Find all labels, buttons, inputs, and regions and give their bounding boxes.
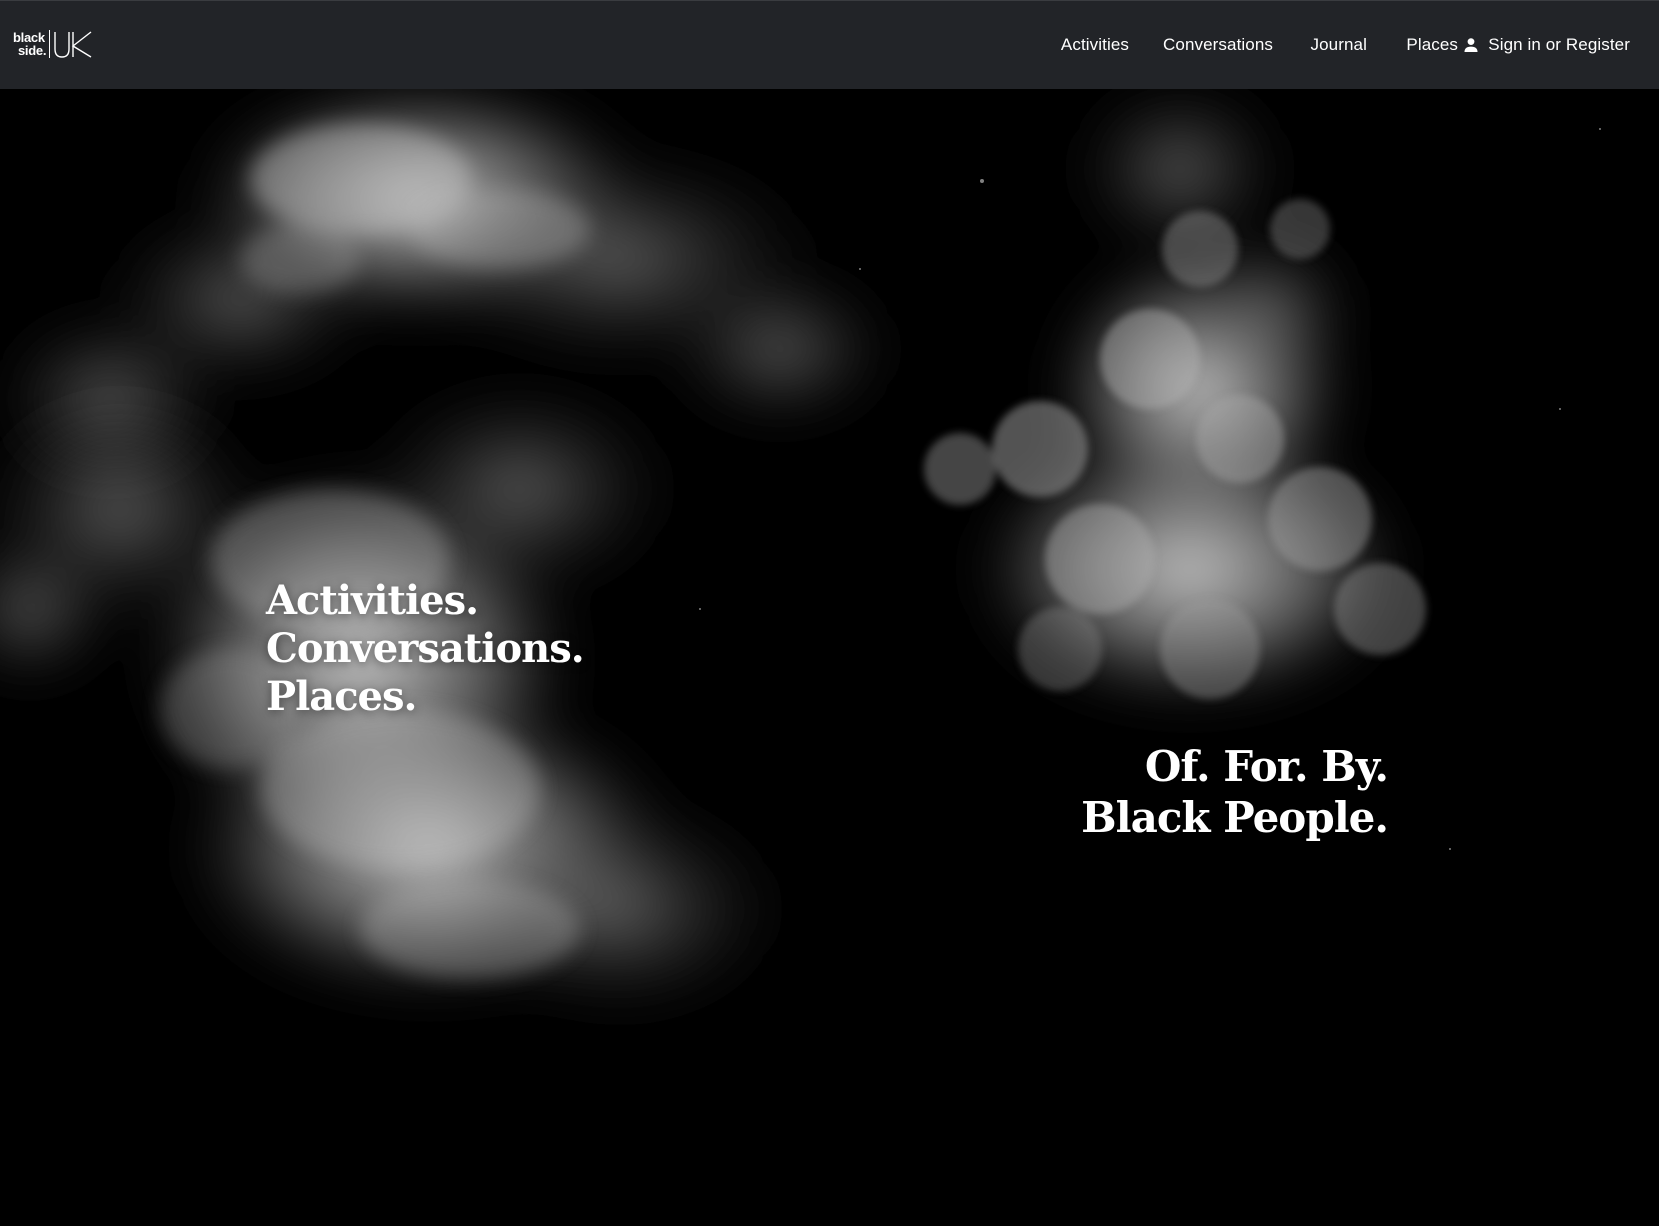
site-header: black side. Activities Conversations Jou…: [0, 0, 1659, 89]
hero-line-activities: Activities.: [266, 577, 479, 624]
smoke-background-image: [0, 89, 1601, 1019]
page: black side. Activities Conversations Jou…: [0, 0, 1659, 1226]
nav-places[interactable]: Places: [1406, 35, 1458, 55]
hero-line-conversations: Conversations.: [266, 625, 585, 672]
nav-journal[interactable]: Journal: [1311, 35, 1367, 55]
hero-line-places: Places.: [266, 673, 417, 720]
user-icon: [1464, 38, 1478, 52]
sign-in-register-link[interactable]: Sign in or Register: [1463, 35, 1630, 55]
nav-activities[interactable]: Activities: [1061, 35, 1129, 55]
hero: Activities. Conversations. Places. Of. F…: [0, 89, 1659, 1226]
hero-headline-right: Of. For. By. Black People.: [1081, 741, 1389, 843]
nav-conversations[interactable]: Conversations: [1163, 35, 1273, 55]
hero-line-of-for-by: Of. For. By.: [1144, 742, 1389, 791]
sign-in-register-label: Sign in or Register: [1488, 35, 1630, 54]
site-logo[interactable]: black side.: [13, 29, 93, 61]
hero-line-black-people: Black People.: [1081, 793, 1389, 842]
logo-uk-mark: [54, 31, 92, 58]
logo-word-side: side.: [18, 43, 47, 58]
logo-divider: [49, 30, 50, 58]
hero-headline-left: Activities. Conversations. Places.: [266, 577, 585, 721]
